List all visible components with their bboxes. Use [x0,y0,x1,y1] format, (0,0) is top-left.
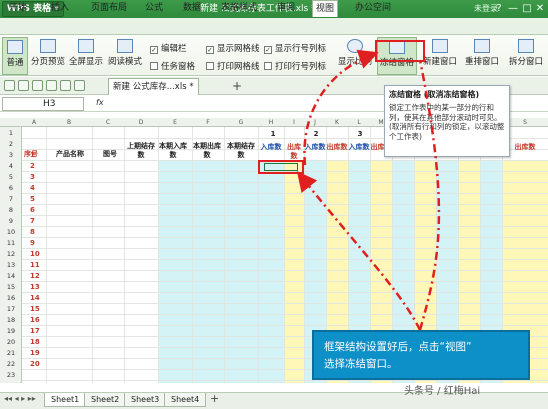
sheet-tab-1[interactable]: Sheet1 [44,393,87,407]
arrow-to-cell [296,171,422,331]
sheet-tab-2[interactable]: Sheet2 [84,393,127,407]
callout-line-2: 选择冻结窗口。 [324,358,398,370]
tab-nav-icon[interactable]: ◂◂ ◂ ▸ ▸▸ [4,394,36,403]
arrow-to-freeze-button [303,49,379,166]
callout-line-1: 框架结构设置好后，点击“视图” [324,341,472,353]
sheet-tab-4[interactable]: Sheet4 [164,393,207,407]
instruction-callout: 框架结构设置好后，点击“视图” 选择冻结窗口。 [312,330,530,380]
arrow-to-ribbon [418,59,441,331]
watermark: 头条号 / 红梅Hai [404,386,481,397]
add-sheet-button[interactable]: + [210,392,219,405]
sheet-tab-3[interactable]: Sheet3 [124,393,167,407]
